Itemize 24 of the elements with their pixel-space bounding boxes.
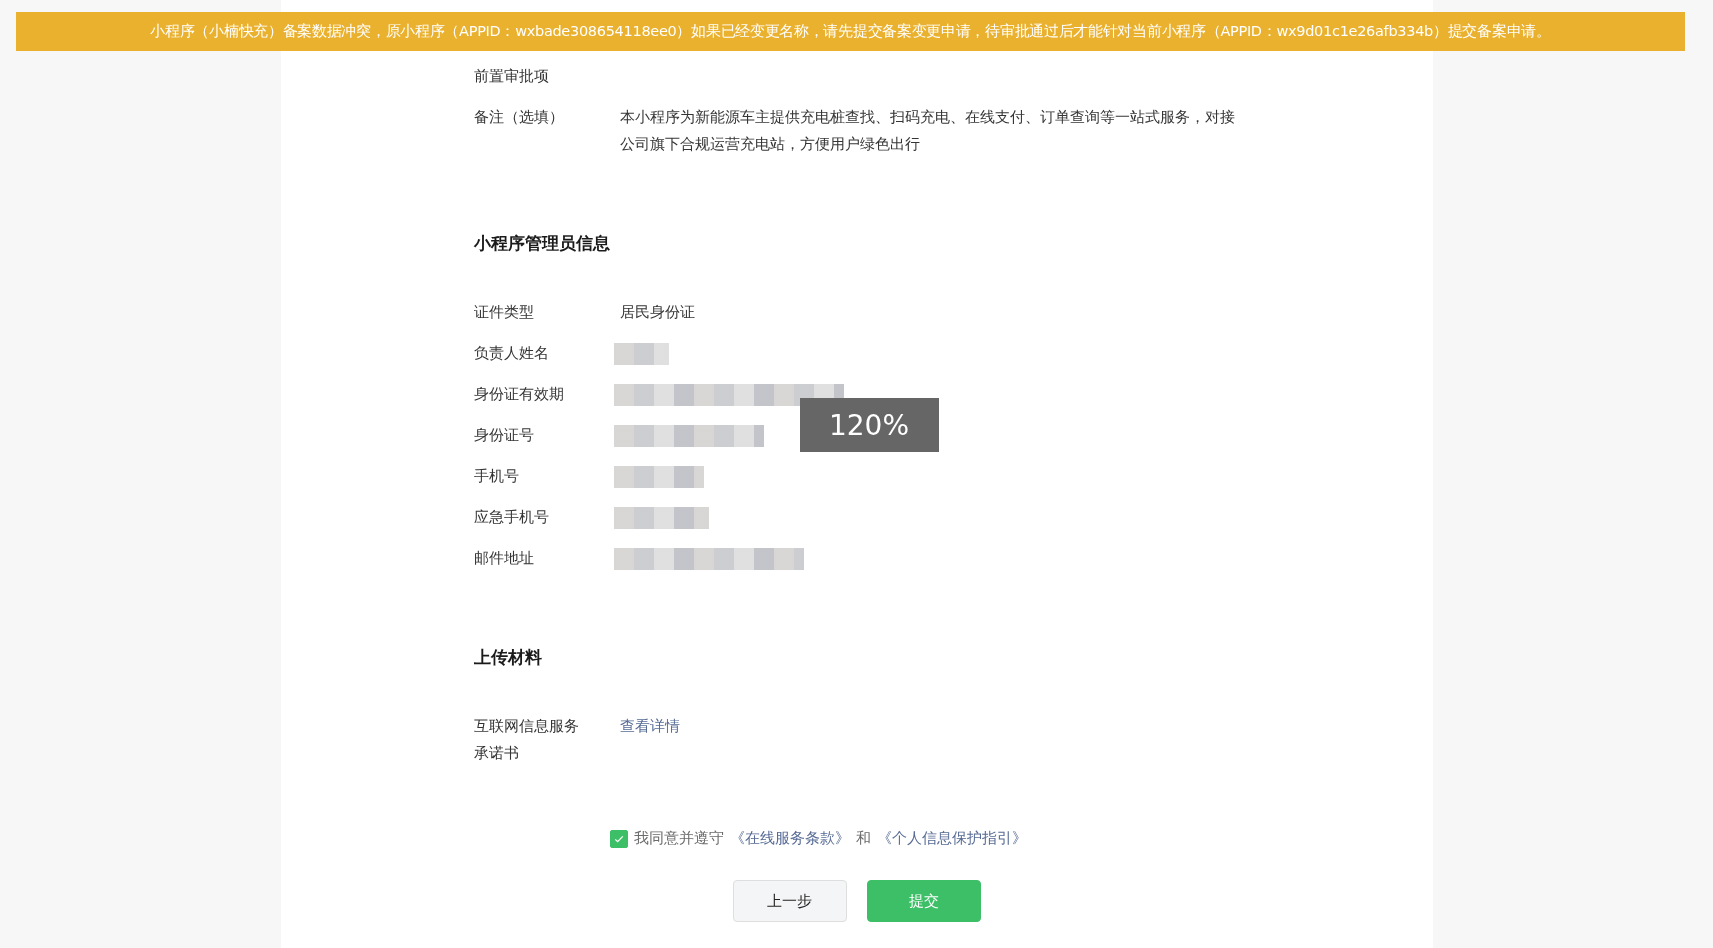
field-value: 本小程序为新能源车主提供充电桩查找、扫码充电、在线支付、订单查询等一站式服务，对接公司旗下合规运营充电站，方便用户绿色出行 bbox=[619, 107, 1236, 155]
conjunction-text: 和 bbox=[855, 828, 871, 849]
field-label: 邮件地址 bbox=[473, 548, 535, 569]
agreement-text: 我同意并遵守 bbox=[633, 828, 724, 849]
view-details-link[interactable]: 查看详情 bbox=[619, 713, 1240, 767]
redacted-value bbox=[613, 343, 669, 365]
privacy-link[interactable]: 《个人信息保护指引》 bbox=[876, 825, 1027, 852]
field-label: 身份证号 bbox=[473, 425, 535, 446]
section-title: 上传材料 bbox=[473, 646, 543, 669]
field-label: 前置审批项 bbox=[473, 66, 550, 87]
field-label: 应急手机号 bbox=[473, 507, 550, 528]
previous-step-button[interactable]: 上一步 bbox=[732, 880, 847, 922]
field-label: 身份证有效期 bbox=[473, 384, 565, 405]
field-label: 互联网信息服务承诺书 bbox=[473, 716, 580, 764]
zoom-indicator: 120% bbox=[799, 398, 939, 452]
field-value: 居民身份证 bbox=[619, 302, 696, 323]
field-label: 备注（选填） bbox=[473, 107, 565, 128]
warning-banner: 小程序（小楠快充）备案数据冲突，原小程序（APPID：wxbade308654118ee0）如果已经变更名称，请先提交备案变更申请，待审批通过后才能针对当前小程序（APPID：wx9d01c1e26afb334b）提交备案申请。 bbox=[16, 12, 1685, 51]
field-label: 手机号 bbox=[473, 466, 520, 487]
terms-link[interactable]: 《在线服务条款》 bbox=[729, 825, 850, 852]
field-label: 证件类型 bbox=[473, 302, 535, 323]
field-label: 负责人姓名 bbox=[473, 343, 550, 364]
agreement-checkbox[interactable] bbox=[609, 829, 628, 848]
section-title: 小程序管理员信息 bbox=[473, 232, 611, 255]
